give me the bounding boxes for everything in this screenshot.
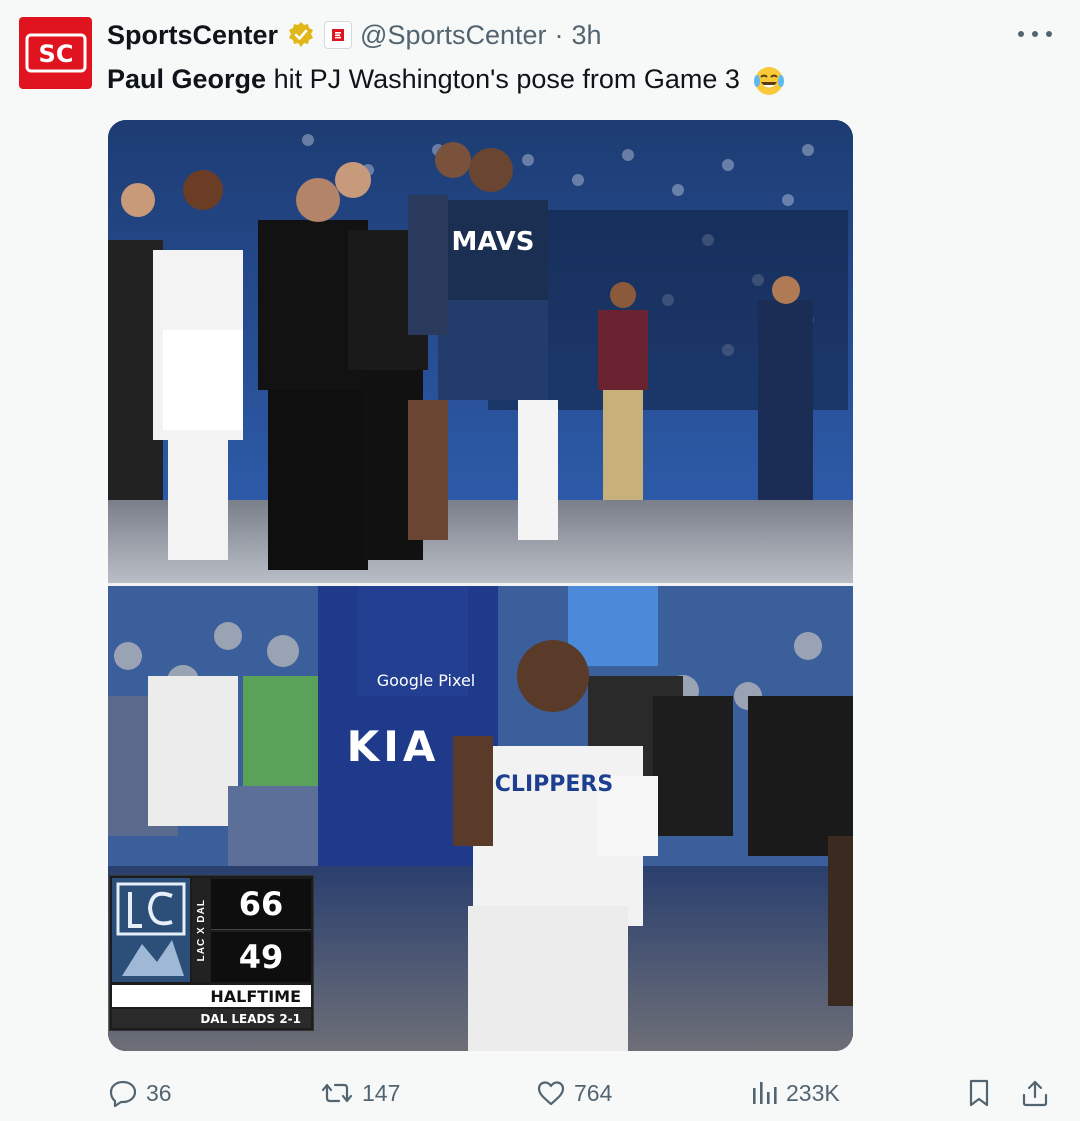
share-button[interactable]: [1020, 1078, 1050, 1108]
action-bar: 36 147 764 233K: [0, 1070, 1080, 1116]
heart-icon: [537, 1081, 565, 1106]
bookmark-icon: [969, 1079, 989, 1107]
repost-button[interactable]: 147: [320, 1078, 400, 1108]
repost-icon: [321, 1083, 353, 1103]
author-name[interactable]: SportsCenter: [107, 20, 278, 51]
team-logo-icon: [112, 878, 190, 982]
reply-button[interactable]: 36: [108, 1078, 172, 1108]
matchup-text: LAC X DAL: [195, 898, 207, 962]
svg-text:SC: SC: [38, 40, 73, 68]
mavs-jersey-text: MAVS: [451, 227, 534, 257]
view-count: 233K: [786, 1079, 840, 1106]
photo-top[interactable]: MAVS: [108, 120, 853, 583]
like-button[interactable]: 764: [536, 1078, 612, 1108]
author-handle[interactable]: @SportsCenter: [360, 20, 546, 51]
tweet-text-body: hit PJ Washington's pose from Game 3: [273, 64, 740, 94]
photo-scuffle-scene: MAVS: [108, 120, 853, 583]
reply-count: 36: [146, 1079, 172, 1106]
verified-badge-icon: [289, 22, 314, 47]
tweet-text-bold: Paul George: [107, 64, 267, 94]
scorebug: LAC X DAL 66 49 HALFTIME DAL LEADS 2-1: [109, 875, 314, 1031]
like-count: 764: [574, 1079, 613, 1106]
matchup-label: LAC X DAL: [192, 878, 210, 982]
face-with-tears-of-joy-icon: [754, 66, 785, 95]
repost-count: 147: [362, 1079, 401, 1106]
sportscenter-logo-icon: SC: [25, 33, 86, 73]
reply-icon: [109, 1080, 137, 1108]
media-image[interactable]: MAVS Google Pixel KIA CLIPPERS LAC X DAL…: [108, 120, 853, 1051]
tweet-header: SportsCenter @SportsCenter · 3h: [107, 18, 602, 52]
tweet-text: Paul George hit PJ Washington's pose fro…: [107, 60, 785, 98]
google-pixel-banner: Google Pixel: [377, 671, 476, 690]
avatar[interactable]: SC: [19, 17, 92, 89]
score-lac: 66: [211, 879, 311, 930]
more-options-icon[interactable]: [1018, 24, 1052, 44]
timestamp[interactable]: 3h: [572, 20, 602, 51]
clippers-jersey-text: CLIPPERS: [495, 772, 613, 797]
separator-dot: ·: [554, 19, 564, 50]
tweet: SC SportsCenter @SportsCenter · 3h Paul …: [0, 0, 1080, 1121]
share-icon: [1022, 1080, 1048, 1107]
views-button[interactable]: 233K: [750, 1078, 840, 1108]
game-status: HALFTIME: [112, 985, 311, 1007]
views-bar-chart-icon: [753, 1082, 777, 1104]
score-dal: 49: [211, 932, 311, 982]
bookmark-button[interactable]: [966, 1078, 992, 1108]
kia-logo: KIA: [347, 722, 440, 771]
affiliate-badge-icon[interactable]: [324, 21, 353, 49]
series-status: DAL LEADS 2-1: [112, 1009, 311, 1028]
